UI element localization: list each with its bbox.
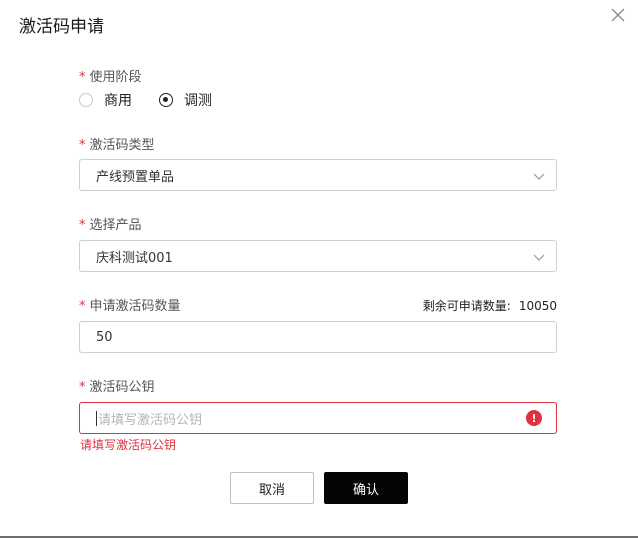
radio-option-commercial[interactable]: 商用 [79,90,132,110]
code-type-label: * 激活码类型 [79,134,155,153]
stage-label: * 使用阶段 [79,66,142,85]
quantity-label-text: 申请激活码数量 [89,299,181,314]
confirm-button[interactable]: 确认 [324,472,408,504]
required-mark: * [79,299,86,314]
dialog-title: 激活码申请 [19,17,104,37]
public-key-label: * 激活码公钥 [79,376,155,395]
code-type-select[interactable]: 产线预置单品 [79,159,557,191]
required-mark: * [79,218,86,233]
public-key-input[interactable]: 请填写激活码公钥 ! [79,402,557,434]
code-type-label-text: 激活码类型 [89,138,155,153]
product-select[interactable]: 庆科测试001 [79,240,557,272]
radio-commercial[interactable] [79,93,93,107]
remaining-quantity: 剩余可申请数量: 10050 [423,297,557,314]
public-key-error-message: 请填写激活码公钥 [80,438,177,452]
chevron-down-icon [533,170,545,180]
required-mark: * [79,380,86,395]
activation-code-dialog: 激活码申请 * 使用阶段 商用 调测 * 激活码类型 产线预置单品 * 选择产品 庆科… [0,0,638,538]
remaining-label: 剩余可申请数量: [422,299,511,313]
stage-label-text: 使用阶段 [89,70,142,85]
radio-debug[interactable] [159,93,173,107]
radio-option-debug[interactable]: 调测 [159,90,212,110]
remaining-value: 10050 [518,299,557,313]
cancel-button[interactable]: 取消 [230,472,314,504]
product-label-text: 选择产品 [89,218,142,233]
code-type-value: 产线预置单品 [96,169,175,185]
close-icon[interactable] [608,5,628,25]
text-caret [96,410,97,426]
public-key-placeholder: 请填写激活码公钥 [98,412,203,428]
stage-radio-group: 商用 调测 [79,91,212,109]
quantity-value: 50 [96,329,113,345]
chevron-down-icon [533,251,545,261]
radio-debug-label[interactable]: 调测 [184,90,212,110]
quantity-input[interactable]: 50 [79,321,557,353]
public-key-label-text: 激活码公钥 [89,380,155,395]
product-value: 庆科测试001 [96,250,173,266]
product-label: * 选择产品 [79,214,142,233]
error-icon: ! [526,410,542,426]
required-mark: * [79,70,86,85]
radio-commercial-label[interactable]: 商用 [104,90,132,110]
required-mark: * [79,138,86,153]
quantity-label: * 申请激活码数量 [79,295,181,314]
